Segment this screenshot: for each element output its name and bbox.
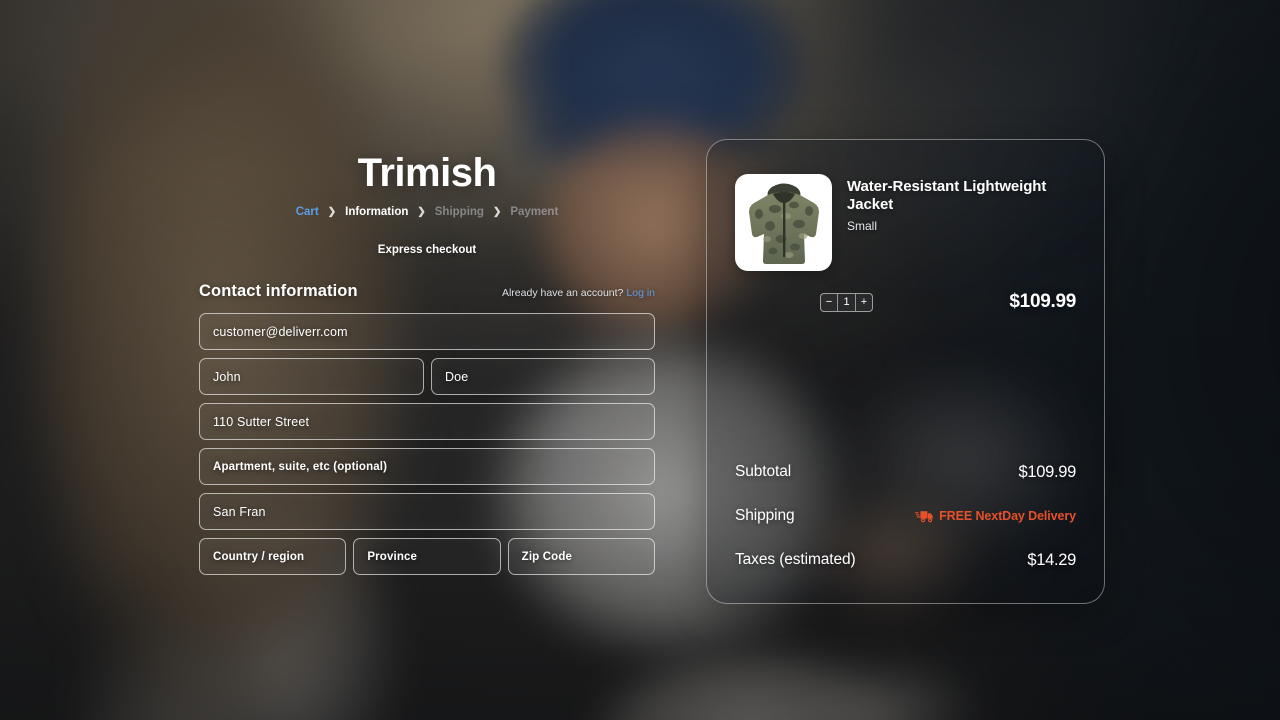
last-name-field[interactable]: Doe: [431, 358, 655, 395]
first-name-field-value: John: [213, 369, 241, 384]
subtotal-value: $109.99: [1018, 462, 1076, 481]
delivery-truck-icon: [915, 511, 933, 523]
province-select[interactable]: Province: [353, 538, 501, 575]
breadcrumb: Cart ❯ Information ❯ Shipping ❯ Payment: [199, 206, 655, 218]
shipping-value: FREE NextDay Delivery: [915, 509, 1076, 523]
email-field[interactable]: customer@deliverr.com: [199, 313, 655, 350]
form-row-name: John Doe: [199, 358, 655, 395]
checkout-overlay: Trimish Cart ❯ Information ❯ Shipping ❯ …: [0, 0, 1280, 720]
taxes-label: Taxes (estimated): [735, 551, 856, 568]
address-field-value: 110 Sutter Street: [213, 414, 310, 429]
quantity-decrement-button[interactable]: −: [821, 294, 837, 311]
product-variant: Small: [847, 218, 878, 233]
contact-header: Contact information Already have an acco…: [199, 282, 655, 301]
city-field-value: San Fran: [213, 504, 266, 519]
quantity-and-price-row: − 1 + $109.99: [707, 291, 1104, 313]
first-name-field[interactable]: John: [199, 358, 424, 395]
province-placeholder: Province: [367, 550, 418, 563]
email-field-value: customer@deliverr.com: [213, 324, 348, 339]
chevron-right-icon: ❯: [327, 206, 337, 217]
form-row-email: customer@deliverr.com: [199, 313, 655, 350]
breadcrumb-item-payment[interactable]: Payment: [510, 206, 558, 218]
checkout-form-column: Trimish Cart ❯ Information ❯ Shipping ❯ …: [199, 152, 655, 583]
camo-jacket-icon: [748, 183, 819, 264]
address-field[interactable]: 110 Sutter Street: [199, 403, 655, 440]
shipping-label: Shipping: [735, 507, 795, 524]
breadcrumb-item-cart[interactable]: Cart: [296, 206, 319, 218]
product-name: Water-Resistant Lightweight Jacket: [847, 178, 1047, 214]
account-prompt-text: Already have an account?: [501, 287, 624, 299]
quantity-stepper[interactable]: − 1 +: [820, 292, 873, 312]
form-row-apartment: Apartment, suite, etc (optional): [199, 448, 655, 485]
zip-code-placeholder: Zip Code: [521, 550, 573, 563]
breadcrumb-item-information[interactable]: Information: [345, 206, 408, 218]
totals-row-subtotal: Subtotal $109.99: [735, 450, 1076, 494]
order-totals: Subtotal $109.99 Shipping FREE NextDay D…: [707, 450, 1104, 582]
order-summary-panel: Water-Resistant Lightweight Jacket Small…: [706, 139, 1105, 604]
shipping-address-form: customer@deliverr.com John Doe 110 Sutte…: [199, 313, 655, 575]
quantity-value: 1: [837, 293, 856, 311]
quantity-increment-button[interactable]: +: [856, 294, 872, 311]
shipping-value-text: FREE NextDay Delivery: [939, 509, 1076, 523]
country-region-placeholder: Country / region: [213, 550, 305, 563]
totals-row-taxes: Taxes (estimated) $14.29: [735, 538, 1076, 582]
brand-title: Trimish: [357, 151, 497, 195]
log-in-link[interactable]: Log in: [626, 287, 655, 299]
country-region-select[interactable]: Country / region: [199, 538, 347, 575]
subtotal-label: Subtotal: [735, 463, 792, 480]
zip-code-field[interactable]: Zip Code: [507, 538, 655, 575]
order-line-item: Water-Resistant Lightweight Jacket Small: [707, 140, 1104, 271]
form-row-region: Country / region Province Zip Code: [199, 538, 655, 575]
taxes-value: $14.29: [1027, 550, 1076, 569]
form-row-address: 110 Sutter Street: [199, 403, 655, 440]
last-name-field-value: Doe: [445, 369, 469, 384]
express-checkout-label: Express checkout: [377, 244, 477, 256]
breadcrumb-item-shipping[interactable]: Shipping: [435, 206, 484, 218]
chevron-right-icon: ❯: [417, 206, 426, 217]
apartment-field[interactable]: Apartment, suite, etc (optional): [199, 448, 655, 485]
city-field[interactable]: San Fran: [199, 493, 655, 530]
chevron-right-icon: ❯: [492, 206, 502, 217]
product-details: Water-Resistant Lightweight Jacket Small: [847, 174, 1076, 233]
product-thumbnail[interactable]: [735, 174, 832, 271]
account-prompt: Already have an account? Log in: [502, 287, 655, 301]
apartment-field-placeholder: Apartment, suite, etc (optional): [213, 460, 388, 473]
form-row-city: San Fran: [199, 493, 655, 530]
totals-row-shipping: Shipping FREE NextDay Delivery: [735, 494, 1076, 538]
contact-information-title: Contact information: [199, 282, 358, 300]
product-price: $109.99: [1009, 291, 1076, 312]
